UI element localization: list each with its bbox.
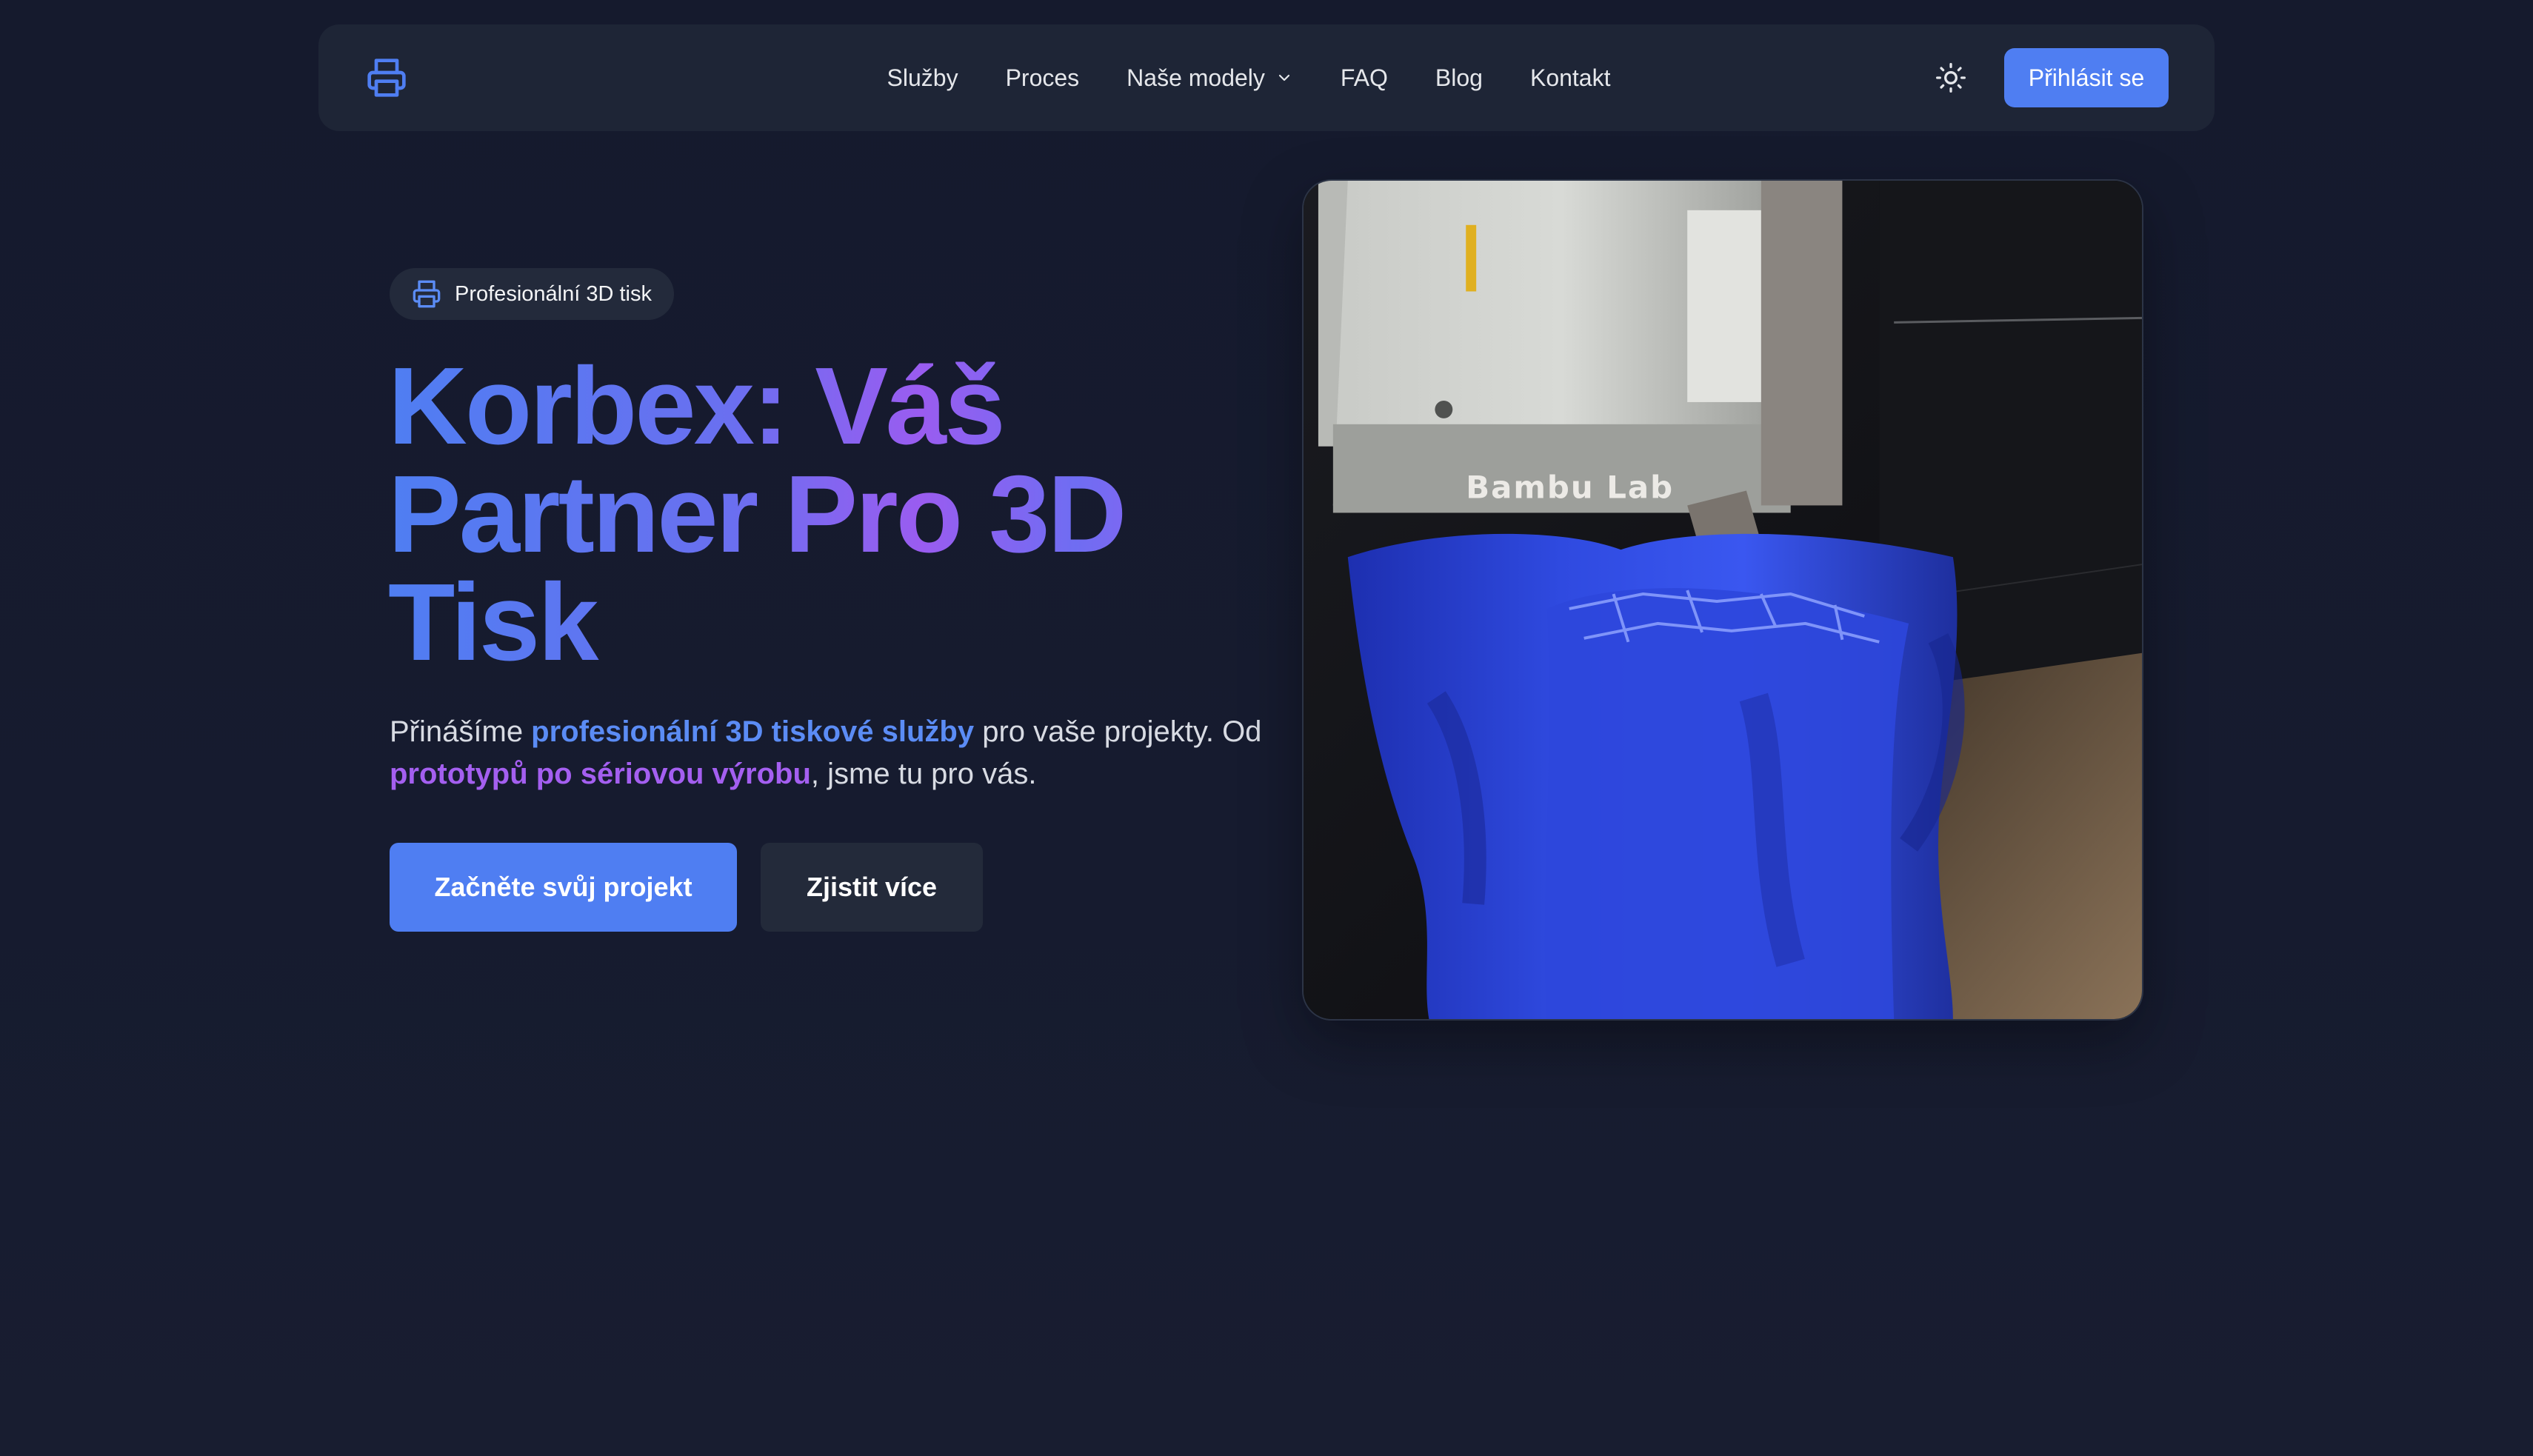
hero-description-text: , jsme tu pro vás. [810,758,1037,790]
printer-icon [412,279,441,309]
hero-description-text: Přinášíme [390,715,532,748]
hero-description: Přinášíme profesionální 3D tiskové služb… [390,711,1264,795]
nav-link-blog[interactable]: Blog [1435,64,1483,92]
learn-more-button[interactable]: Zjistit více [761,843,983,932]
hero-badge: Profesionální 3D tisk [390,268,674,320]
hero-description-highlight-production: prototypů po sériovou výrobu [390,758,811,790]
hero-badge-label: Profesionální 3D tisk [455,281,652,306]
hero-title: Korbex: Váš Partner Pro 3D Tisk [388,352,1247,678]
sun-icon[interactable] [1935,61,1967,94]
hero-video[interactable]: Bambu Lab [1302,179,2143,1021]
login-button[interactable]: Přihlásit se [2004,48,2169,107]
start-project-button[interactable]: Začněte svůj projekt [390,843,737,932]
hero-description-highlight-services: profesionální 3D tiskové služby [531,715,975,748]
nav-link-proces[interactable]: Proces [1006,64,1080,92]
navbar: Služby Proces Naše modely FAQ Blog Konta… [318,24,2215,131]
nav-link-nase-modely[interactable]: Naše modely [1127,64,1293,92]
nav-link-faq[interactable]: FAQ [1341,64,1388,92]
chevron-down-icon [1275,69,1293,87]
svg-text:Bambu Lab: Bambu Lab [1466,469,1674,505]
nav-link-kontakt[interactable]: Kontakt [1530,64,1611,92]
nav-link-nase-modely-label: Naše modely [1127,64,1265,91]
nav-links: Služby Proces Naše modely FAQ Blog Konta… [318,24,2215,131]
nav-link-sluzby[interactable]: Služby [887,64,958,92]
hero-description-text: pro vaše projekty. Od [974,715,1262,748]
